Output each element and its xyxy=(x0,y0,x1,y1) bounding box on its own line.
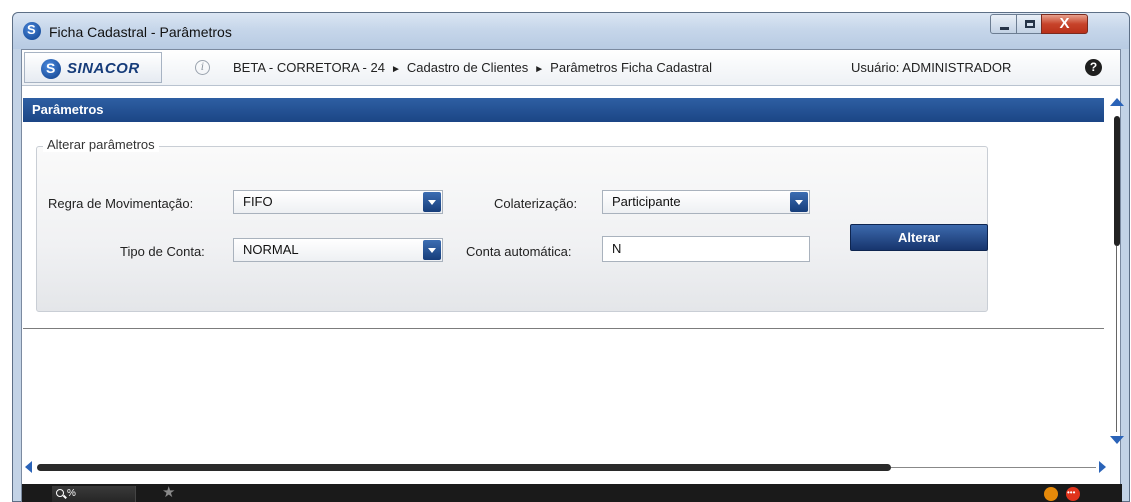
window-title: Ficha Cadastral - Parâmetros xyxy=(49,24,232,40)
magnifier-icon xyxy=(56,489,64,497)
title-bar[interactable]: Ficha Cadastral - Parâmetros X xyxy=(13,13,1129,49)
status-bar: % ★ xyxy=(22,484,1122,502)
minimize-button[interactable] xyxy=(990,14,1017,34)
notification-icon[interactable] xyxy=(1044,487,1058,501)
star-icon[interactable]: ★ xyxy=(162,484,175,502)
dropdown-arrow-icon[interactable] xyxy=(423,192,441,212)
help-icon[interactable]: ? xyxy=(1085,59,1102,76)
more-options-icon[interactable] xyxy=(1066,486,1080,501)
vertical-scrollbar-track[interactable] xyxy=(1116,246,1117,432)
conta-automatica-field[interactable]: N xyxy=(602,236,810,262)
application-window: Ficha Cadastral - Parâmetros X SINACOR i… xyxy=(12,12,1130,502)
colateralizacao-label: Colaterização: xyxy=(494,196,578,211)
horizontal-scrollbar-track[interactable] xyxy=(891,467,1096,468)
regra-select-value: FIFO xyxy=(243,194,273,209)
logo-text: SINACOR xyxy=(67,60,140,77)
navigation-bar: SINACOR i BETA - CORRETORA - 24 ► Cadastro… xyxy=(22,50,1120,86)
breadcrumb-item-cadastro[interactable]: Cadastro de Clientes xyxy=(407,60,528,75)
breadcrumb-separator-icon: ► xyxy=(534,64,545,75)
horizontal-scrollbar-thumb[interactable] xyxy=(37,464,891,471)
sinacor-logo[interactable]: SINACOR xyxy=(24,52,162,83)
colateralizacao-select[interactable]: Participante xyxy=(602,190,810,214)
breadcrumb-item-corretora[interactable]: BETA - CORRETORA - 24 xyxy=(233,60,385,75)
close-icon: X xyxy=(1059,15,1070,32)
scroll-left-icon[interactable] xyxy=(25,461,32,473)
breadcrumb: BETA - CORRETORA - 24 ► Cadastro de Client… xyxy=(233,60,712,75)
regra-label: Regra de Movimentação: xyxy=(48,196,194,211)
breadcrumb-item-parametros[interactable]: Parâmetros Ficha Cadastral xyxy=(550,60,712,75)
tipo-conta-label: Tipo de Conta: xyxy=(120,244,205,259)
sinacor-logo-icon xyxy=(41,59,61,79)
conta-automatica-label: Conta automática: xyxy=(466,244,572,259)
regra-select[interactable]: FIFO xyxy=(233,190,443,214)
breadcrumb-separator-icon: ► xyxy=(390,64,401,75)
section-header: Parâmetros xyxy=(23,98,1104,122)
client-area: SINACOR i BETA - CORRETORA - 24 ► Cadastro… xyxy=(21,49,1124,502)
parameters-fieldset xyxy=(36,146,988,312)
dropdown-arrow-icon[interactable] xyxy=(790,192,808,212)
dropdown-arrow-icon[interactable] xyxy=(423,240,441,260)
user-label: Usuário: ADMINISTRADOR xyxy=(851,60,1012,75)
tipo-conta-select-value: NORMAL xyxy=(243,242,299,257)
app-logo-icon xyxy=(23,22,41,40)
content-divider xyxy=(23,328,1104,329)
fieldset-legend: Alterar parâmetros xyxy=(43,137,159,152)
scroll-up-icon[interactable] xyxy=(1110,98,1124,106)
tipo-conta-select[interactable]: NORMAL xyxy=(233,238,443,262)
scroll-down-icon[interactable] xyxy=(1110,436,1124,444)
minimize-icon xyxy=(1000,27,1009,30)
zoom-control[interactable]: % xyxy=(52,486,136,502)
alterar-button[interactable]: Alterar xyxy=(850,224,988,251)
maximize-icon xyxy=(1025,20,1035,28)
info-icon[interactable]: i xyxy=(195,60,210,75)
scroll-right-icon[interactable] xyxy=(1099,461,1106,473)
colateralizacao-select-value: Participante xyxy=(612,194,681,209)
maximize-button[interactable] xyxy=(1016,14,1042,34)
zoom-label: % xyxy=(67,488,76,499)
vertical-scrollbar-thumb[interactable] xyxy=(1114,116,1120,246)
close-button[interactable]: X xyxy=(1041,14,1088,34)
